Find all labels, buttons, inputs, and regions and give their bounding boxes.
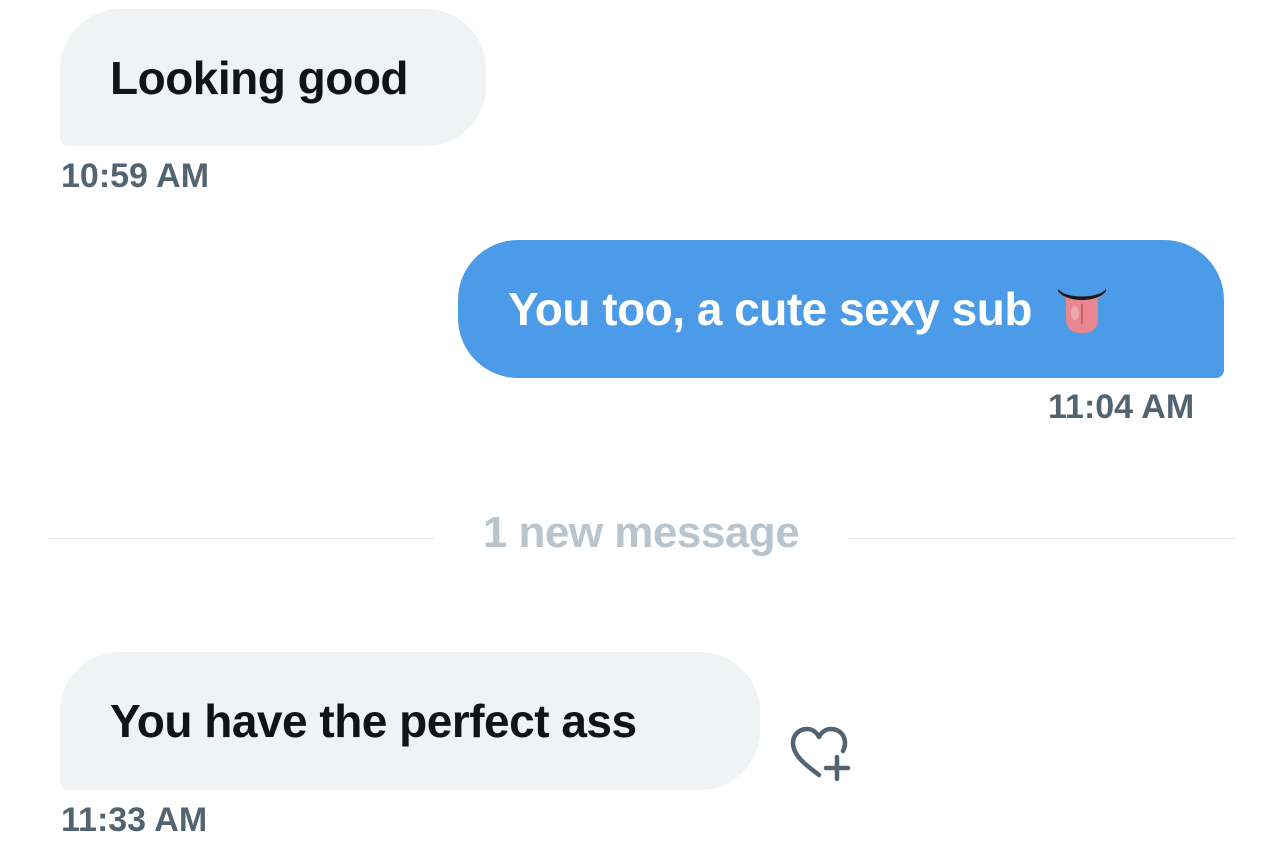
new-message-divider-label: 1 new message [482,508,800,557]
heart-add-icon[interactable] [787,725,853,785]
divider-line-left [48,538,434,539]
message-bubble-sent[interactable]: You too, a cute sexy sub [458,240,1224,378]
message-text: You too, a cute sexy sub [508,283,1032,335]
message-text: Looking good [110,51,409,104]
tongue-emoji-icon [1054,283,1110,335]
message-timestamp: 11:04 AM [1048,388,1195,426]
message-timestamp: 10:59 AM [61,157,210,195]
divider-line-right [848,538,1236,539]
message-bubble-received[interactable]: You have the perfect ass [60,652,760,790]
message-bubble-received[interactable]: Looking good [60,9,486,146]
message-timestamp: 11:33 AM [61,801,208,839]
message-text: You have the perfect ass [110,695,637,747]
